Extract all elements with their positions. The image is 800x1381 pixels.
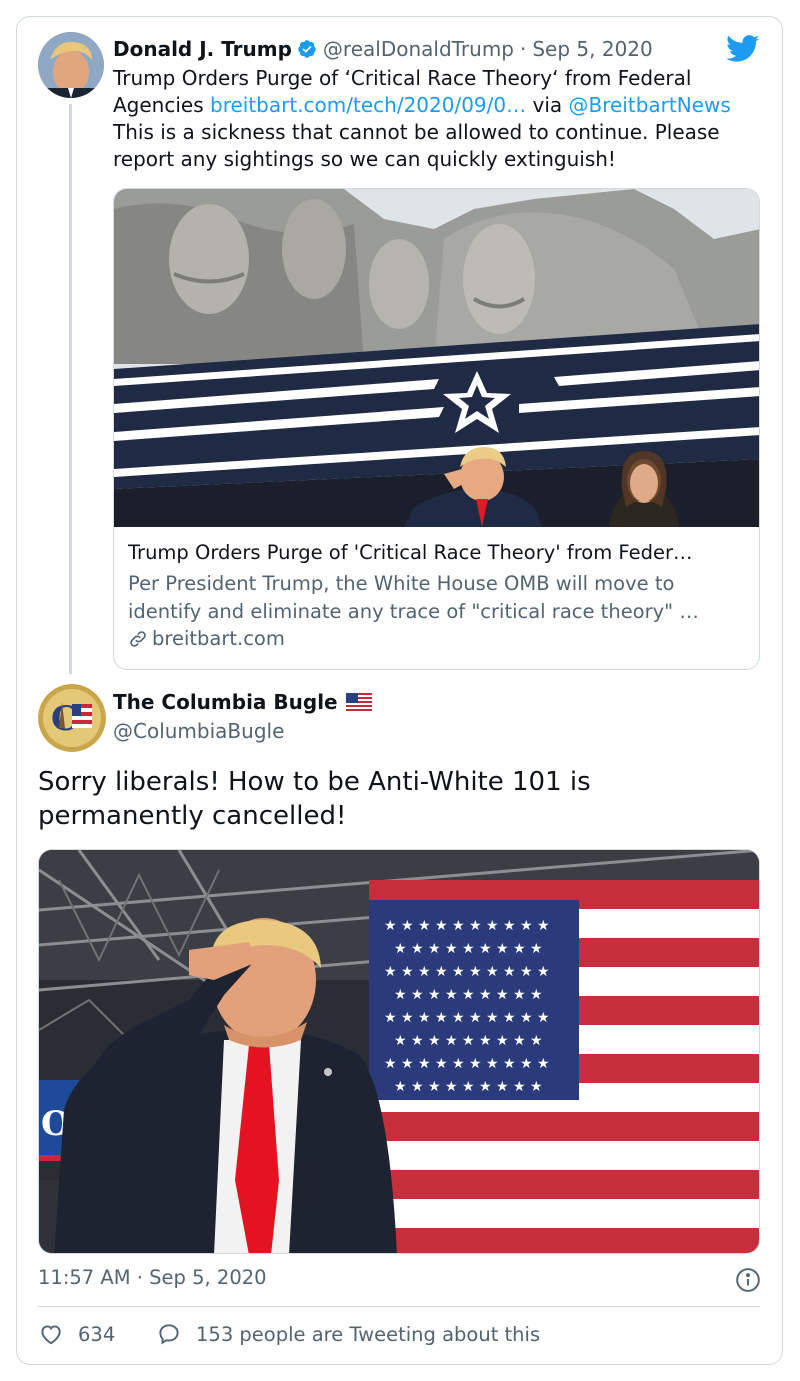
- tweet-timestamp[interactable]: 11:57 AM · Sep 5, 2020: [38, 1266, 267, 1289]
- via-text: via: [526, 93, 569, 117]
- author-handle[interactable]: @realDonaldTrump: [323, 37, 514, 61]
- conversation-text: 153 people are Tweeting about this: [196, 1322, 541, 1346]
- svg-text:★ ★ ★ ★ ★ ★ ★ ★ ★: ★ ★ ★ ★ ★ ★ ★ ★ ★: [394, 941, 543, 957]
- info-icon[interactable]: [735, 1267, 761, 1293]
- like-count: 634: [78, 1322, 116, 1346]
- reply-bubble-icon: [159, 1324, 179, 1345]
- link-preview-card[interactable]: Trump Orders Purge of 'Critical Race The…: [113, 188, 760, 670]
- trump-avatar[interactable]: [38, 32, 104, 98]
- quoted-tweet-text: Trump Orders Purge of ‘Critical Race The…: [113, 65, 768, 173]
- svg-text:★ ★ ★ ★ ★ ★ ★ ★ ★: ★ ★ ★ ★ ★ ★ ★ ★ ★: [394, 1079, 543, 1095]
- link-card-description: Per President Trump, the White House OMB…: [128, 572, 699, 623]
- thread-connector-line: [69, 104, 72, 674]
- tweet-date[interactable]: Sep 5, 2020: [532, 37, 652, 61]
- heart-icon: [41, 1325, 61, 1345]
- svg-text:★ ★ ★ ★ ★ ★ ★ ★ ★ ★: ★ ★ ★ ★ ★ ★ ★ ★ ★ ★: [384, 1010, 550, 1026]
- main-tweet-photo[interactable]: OMI ★ ★ ★ ★ ★ ★ ★ ★ ★ ★ ★ ★ ★ ★ ★ ★ ★ ★ …: [38, 849, 760, 1254]
- author-name[interactable]: Donald J. Trump: [113, 37, 292, 61]
- us-flag-emoji-icon: [345, 693, 372, 711]
- article-link[interactable]: breitbart.com/tech/2020/09/0…: [210, 93, 526, 117]
- stats-divider: [38, 1306, 760, 1307]
- link-card-domain: breitbart.com: [128, 627, 285, 650]
- conversation-link[interactable]: 153 people are Tweeting about this: [156, 1321, 540, 1347]
- link-card-domain-text: breitbart.com: [152, 627, 285, 650]
- svg-text:★ ★ ★ ★ ★ ★ ★ ★ ★ ★: ★ ★ ★ ★ ★ ★ ★ ★ ★ ★: [384, 1056, 550, 1072]
- quoted-tweet-header: Donald J. Trump @realDonaldTrump · Sep 5…: [113, 34, 653, 64]
- main-tweet-text: Sorry liberals! How to be Anti-White 101…: [38, 767, 591, 831]
- tweet-text-part2: This is a sickness that cannot be allowe…: [113, 120, 720, 171]
- link-card-title[interactable]: Trump Orders Purge of 'Critical Race The…: [128, 541, 748, 564]
- svg-text:★ ★ ★ ★ ★ ★ ★ ★ ★ ★: ★ ★ ★ ★ ★ ★ ★ ★ ★ ★: [384, 918, 550, 934]
- link-icon: [130, 630, 146, 647]
- verified-badge-icon: [298, 40, 316, 58]
- like-button[interactable]: 634: [38, 1321, 115, 1347]
- link-preview-image: [114, 189, 759, 527]
- main-author-handle[interactable]: @ColumbiaBugle: [113, 719, 284, 743]
- breitbart-mention[interactable]: @BreitbartNews: [569, 93, 731, 117]
- header-separator: ·: [520, 37, 527, 61]
- svg-text:★ ★ ★ ★ ★ ★ ★ ★ ★ ★: ★ ★ ★ ★ ★ ★ ★ ★ ★ ★: [384, 964, 550, 980]
- main-author-name[interactable]: The Columbia Bugle: [113, 690, 372, 714]
- svg-text:★ ★ ★ ★ ★ ★ ★ ★ ★: ★ ★ ★ ★ ★ ★ ★ ★ ★: [394, 987, 543, 1003]
- author-name[interactable]: The Columbia Bugle: [113, 690, 338, 714]
- svg-text:★ ★ ★ ★ ★ ★ ★ ★ ★: ★ ★ ★ ★ ★ ★ ★ ★ ★: [394, 1033, 543, 1049]
- twitter-bird-icon[interactable]: [726, 34, 760, 64]
- columbia-bugle-avatar[interactable]: C: [38, 684, 106, 752]
